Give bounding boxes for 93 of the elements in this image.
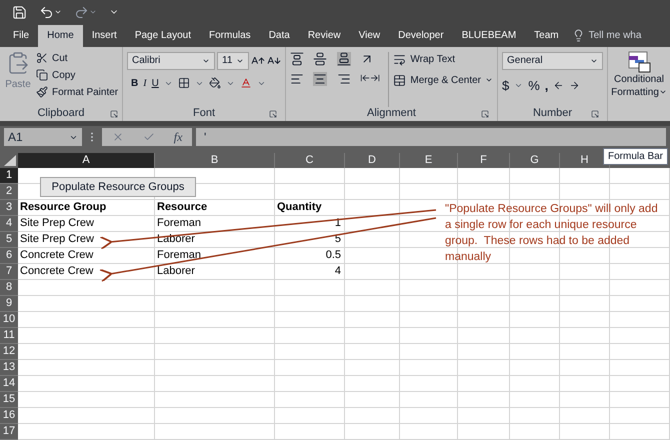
undo-icon[interactable] xyxy=(39,4,54,20)
italic-button[interactable]: I xyxy=(143,76,147,91)
increase-decimal-icon[interactable] xyxy=(553,80,564,91)
merge-icon xyxy=(393,74,406,87)
table-cell-text: 0.5 xyxy=(326,248,341,264)
dialog-launcher-icon[interactable] xyxy=(110,110,118,118)
increase-indent-icon[interactable] xyxy=(370,72,380,84)
row-header[interactable]: 4 xyxy=(0,216,18,232)
row-header[interactable]: 9 xyxy=(0,296,18,312)
format-painter-button[interactable]: Format Painter xyxy=(36,84,118,100)
ribbon-tab[interactable]: Home xyxy=(38,24,83,47)
group-label: Clipboard xyxy=(37,106,85,122)
ribbon-tab[interactable]: Developer xyxy=(389,24,453,47)
borders-icon[interactable] xyxy=(178,77,190,90)
row-header[interactable]: 8 xyxy=(0,280,18,296)
row-header[interactable]: 15 xyxy=(0,392,18,408)
name-box[interactable]: A1 xyxy=(4,128,82,146)
row-header[interactable]: 16 xyxy=(0,408,18,424)
row-header[interactable]: 10 xyxy=(0,312,18,328)
ribbon-tab[interactable]: Data xyxy=(260,24,299,47)
table-cell-text: Concrete Crew xyxy=(20,264,94,280)
number-format-field[interactable]: General xyxy=(502,52,603,70)
ribbon-tab[interactable]: Insert xyxy=(82,24,126,47)
ribbon-tab[interactable]: Formulas xyxy=(200,24,260,47)
table-cell-text: Site Prep Crew xyxy=(20,232,94,248)
dialog-launcher-icon[interactable] xyxy=(269,110,277,118)
ribbon-tab[interactable]: Page Layout xyxy=(126,24,200,47)
align-bottom-icon[interactable] xyxy=(336,52,351,66)
row-header[interactable]: 6 xyxy=(0,248,18,264)
row-header[interactable]: 14 xyxy=(0,376,18,392)
merge-center-button[interactable]: Merge & Center xyxy=(393,72,493,88)
row-header[interactable]: 7 xyxy=(0,264,18,280)
annotation-text: "Populate Resource Groups" will only add a single row for each unique resource group. These rows had to be added manually xyxy=(445,202,659,265)
row-header[interactable]: 1 xyxy=(0,168,18,184)
insert-function-button[interactable]: fx xyxy=(174,128,182,146)
table-cell-text: Resource xyxy=(157,200,208,216)
row-header[interactable]: 12 xyxy=(0,344,18,360)
ribbon-tab[interactable]: BLUEBEAM xyxy=(452,24,526,47)
paintbrush-icon xyxy=(36,86,48,98)
copy-button[interactable]: Copy xyxy=(36,68,118,83)
row-header[interactable]: 11 xyxy=(0,328,18,344)
row-header[interactable]: 3 xyxy=(0,200,18,216)
ribbon-tab[interactable]: File xyxy=(4,24,38,47)
currency-button[interactable]: $ xyxy=(502,76,510,96)
comma-button[interactable]: , xyxy=(544,76,548,96)
tooltip: Formula Bar xyxy=(602,148,668,165)
group-label: Alignment xyxy=(367,106,416,122)
table-cell-text: 4 xyxy=(334,264,341,280)
align-center-icon[interactable] xyxy=(313,72,328,86)
ribbon-tab[interactable]: Review xyxy=(298,24,350,47)
align-top-icon[interactable] xyxy=(290,52,304,66)
font-name-field[interactable]: Calibri xyxy=(127,52,215,70)
decrease-indent-icon[interactable] xyxy=(360,72,370,84)
column-header[interactable]: A xyxy=(18,153,155,168)
table-cell-text: Foreman xyxy=(157,216,202,232)
table-cell-text: Site Prep Crew xyxy=(20,216,94,232)
save-icon[interactable] xyxy=(12,4,27,20)
table-cell-text: Foreman xyxy=(157,248,202,264)
percent-button[interactable]: % xyxy=(528,76,540,96)
cut-button[interactable]: Cut xyxy=(36,50,118,66)
table-cell-text: Laborer xyxy=(157,264,195,280)
table-cell-text: Quantity xyxy=(277,200,322,216)
conditional-formatting-button[interactable]: Conditional Formatting xyxy=(608,46,670,120)
formula-field[interactable]: ' xyxy=(196,128,666,146)
wrap-text-icon xyxy=(393,52,406,66)
row-header[interactable]: 17 xyxy=(0,424,18,440)
row-header[interactable]: 13 xyxy=(0,360,18,376)
tell-me-field[interactable]: Tell me wha xyxy=(588,28,642,44)
font-color-icon[interactable] xyxy=(240,77,252,90)
wrap-text-button[interactable]: Wrap Text xyxy=(393,52,493,67)
redo-icon[interactable] xyxy=(74,4,89,20)
populate-button[interactable]: Populate Resource Groups xyxy=(40,177,196,197)
table-cell-text: Resource Group xyxy=(20,200,106,216)
table-cell-text: Concrete Crew xyxy=(20,248,94,264)
bold-button[interactable]: B xyxy=(131,76,138,91)
ribbon-tab[interactable]: Team xyxy=(525,24,568,47)
font-size-field[interactable]: 11 xyxy=(217,52,249,70)
group-label: Font xyxy=(192,106,215,122)
ribbon-tab[interactable]: View xyxy=(350,24,390,47)
align-middle-icon[interactable] xyxy=(313,52,328,66)
row-header[interactable]: 5 xyxy=(0,232,18,248)
scissors-icon xyxy=(36,52,48,64)
align-right-icon[interactable] xyxy=(336,72,351,86)
copy-icon xyxy=(36,69,48,82)
row-header[interactable]: 2 xyxy=(0,184,18,200)
conditional-formatting-icon xyxy=(627,50,651,73)
align-left-icon[interactable] xyxy=(290,72,304,86)
underline-button[interactable]: U xyxy=(152,76,159,91)
decrease-decimal-icon[interactable] xyxy=(569,80,580,91)
fill-color-icon[interactable] xyxy=(208,77,221,90)
dialog-launcher-icon[interactable] xyxy=(591,110,599,118)
dialog-launcher-icon[interactable] xyxy=(481,110,489,118)
group-label: Number xyxy=(532,106,572,122)
